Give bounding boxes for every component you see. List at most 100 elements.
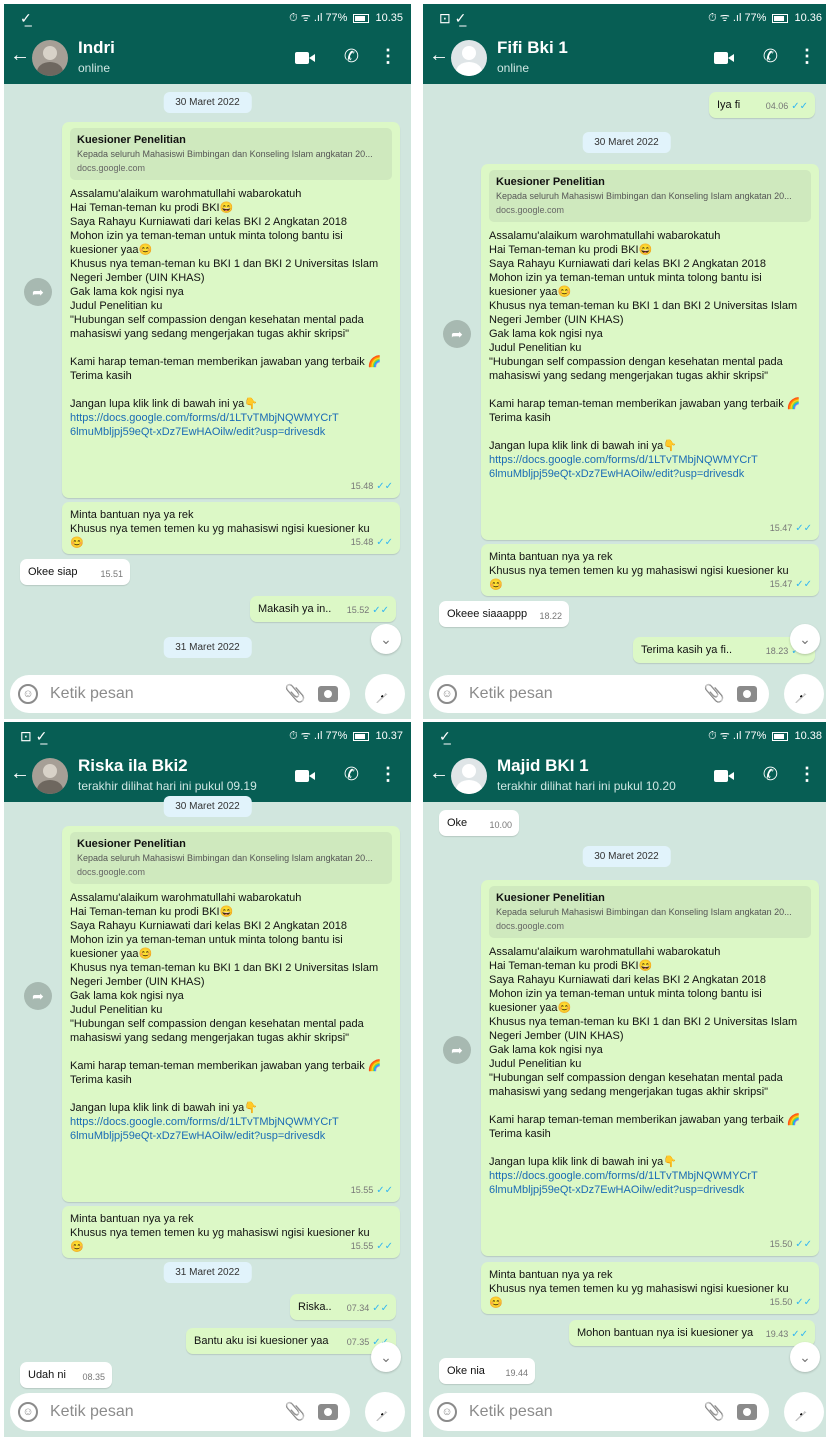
forward-icon[interactable]: ➦ bbox=[443, 320, 471, 348]
form-link[interactable]: https://docs.google.com/forms/d/1LTvTMbj… bbox=[489, 1169, 811, 1197]
kuesioner-message[interactable]: Kuesioner Penelitian Kepada seluruh Mahas… bbox=[62, 826, 400, 1202]
back-arrow-icon[interactable]: ← bbox=[429, 44, 449, 67]
back-arrow-icon[interactable]: ← bbox=[429, 762, 449, 785]
incoming-message[interactable]: Oke nia 19.44 bbox=[439, 1358, 535, 1384]
form-link[interactable]: https://docs.google.com/forms/d/1LTvTMbj… bbox=[70, 411, 392, 439]
input-placeholder[interactable]: Ketik pesan bbox=[50, 685, 134, 703]
chat-area[interactable]: 30 Maret 2022 Kuesioner Penelitian Kepada … bbox=[4, 796, 411, 1388]
attach-icon[interactable]: 📎 bbox=[704, 684, 725, 704]
form-link[interactable]: https://docs.google.com/forms/d/1LTvTMbj… bbox=[70, 1115, 392, 1143]
mic-icon[interactable]: 🎤 bbox=[784, 1392, 824, 1432]
camera-icon[interactable] bbox=[318, 1404, 338, 1420]
link-preview[interactable]: Kuesioner Penelitian Kepada seluruh Mahas… bbox=[70, 128, 392, 180]
phone-icon[interactable]: ✆ bbox=[763, 764, 778, 785]
emoji-icon[interactable]: ☺ bbox=[437, 1402, 457, 1422]
contact-name[interactable]: Riska ila Bki2 bbox=[78, 756, 188, 776]
input-placeholder[interactable]: Ketik pesan bbox=[469, 685, 553, 703]
incoming-message[interactable]: Okeee siaaappp 18.22 bbox=[439, 601, 569, 627]
message-input[interactable]: ☺ Ketik pesan 📎 bbox=[429, 675, 769, 713]
status-left-icons: ⊡ ✓̲ bbox=[439, 10, 467, 26]
link-preview[interactable]: Kuesioner Penelitian Kepada seluruh Mahas… bbox=[489, 886, 811, 938]
link-preview[interactable]: Kuesioner Penelitian Kepada seluruh Mahas… bbox=[489, 170, 811, 222]
message-input[interactable]: ☺ Ketik pesan 📎 bbox=[10, 1393, 350, 1431]
message-text: Bantu aku isi kuesioner yaa bbox=[194, 1335, 329, 1347]
camera-icon[interactable] bbox=[318, 686, 338, 702]
message-time: 19.44 bbox=[505, 1368, 528, 1378]
outgoing-message[interactable]: Terima kasih ya fi..18.23✓✓ bbox=[633, 637, 815, 663]
link-preview[interactable]: Kuesioner Penelitian Kepada seluruh Mahas… bbox=[70, 832, 392, 884]
phone-icon[interactable]: ✆ bbox=[344, 46, 359, 67]
message-meta: 15.55 ✓✓ bbox=[351, 1239, 393, 1254]
contact-name[interactable]: Fifi Bki 1 bbox=[497, 38, 568, 58]
message-meta: 10.00 bbox=[489, 818, 512, 832]
contact-name[interactable]: Majid BKI 1 bbox=[497, 756, 589, 776]
avatar[interactable] bbox=[451, 40, 487, 76]
message-input[interactable]: ☺ Ketik pesan 📎 bbox=[10, 675, 350, 713]
message-input[interactable]: ☺ Ketik pesan 📎 bbox=[429, 1393, 769, 1431]
video-call-icon[interactable] bbox=[714, 768, 736, 784]
scroll-down-icon[interactable]: ⌄ bbox=[790, 624, 820, 654]
form-link[interactable]: https://docs.google.com/forms/d/1LTvTMbj… bbox=[489, 453, 811, 481]
incoming-message[interactable]: Udah ni 08.35 bbox=[20, 1362, 112, 1388]
outgoing-message[interactable]: Iya fi 04.06 ✓✓ bbox=[709, 92, 815, 118]
incoming-message[interactable]: Okee siap 15.51 bbox=[20, 559, 130, 585]
camera-icon[interactable] bbox=[737, 686, 757, 702]
outgoing-message[interactable]: Minta bantuan nya ya rek Khusus nya teme… bbox=[481, 1262, 819, 1314]
video-call-icon[interactable] bbox=[714, 50, 736, 66]
emoji-icon[interactable]: ☺ bbox=[437, 684, 457, 704]
outgoing-message[interactable]: Riska.. 07.34 ✓✓ bbox=[290, 1294, 396, 1320]
emoji-icon[interactable]: ☺ bbox=[18, 1402, 38, 1422]
avatar[interactable] bbox=[32, 758, 68, 794]
back-arrow-icon[interactable]: ← bbox=[10, 44, 30, 67]
attach-icon[interactable]: 📎 bbox=[704, 1402, 725, 1422]
attach-icon[interactable]: 📎 bbox=[285, 684, 306, 704]
scroll-down-icon[interactable]: ⌄ bbox=[790, 1342, 820, 1372]
contact-status: terakhir dilihat hari ini pukul 10.20 bbox=[497, 779, 676, 793]
avatar[interactable] bbox=[451, 758, 487, 794]
back-arrow-icon[interactable]: ← bbox=[10, 762, 30, 785]
more-vert-icon[interactable]: ⋮ bbox=[379, 764, 397, 785]
kuesioner-message[interactable]: Kuesioner Penelitian Kepada seluruh Mahas… bbox=[481, 880, 819, 1256]
mic-icon[interactable]: 🎤 bbox=[784, 674, 824, 714]
outgoing-message[interactable]: Makasih ya in.. 15.52 ✓✓ bbox=[250, 596, 396, 622]
outgoing-message[interactable]: Minta bantuan nya ya rek Khusus nya teme… bbox=[481, 544, 819, 596]
message-text: Udah ni bbox=[28, 1369, 66, 1381]
forward-icon[interactable]: ➦ bbox=[24, 278, 52, 306]
outgoing-message[interactable]: Minta bantuan nya ya rek Khusus nya teme… bbox=[62, 502, 400, 554]
chat-area[interactable]: 30 Maret 2022 Kuesioner Penelitian Kepada … bbox=[4, 84, 411, 669]
forward-icon[interactable]: ➦ bbox=[24, 982, 52, 1010]
mic-icon[interactable]: 🎤 bbox=[365, 674, 405, 714]
status-bar: ⊡ ✓̲ ⏱ ᯤ .ıl 77% 10.37 bbox=[4, 722, 411, 750]
battery-icon bbox=[353, 13, 370, 23]
chat-area[interactable]: Iya fi 04.06 ✓✓ 30 Maret 2022 Kuesioner Pene… bbox=[423, 84, 826, 669]
contact-name[interactable]: Indri bbox=[78, 38, 115, 58]
camera-icon[interactable] bbox=[737, 1404, 757, 1420]
outgoing-message[interactable]: Minta bantuan nya ya rek Khusus nya teme… bbox=[62, 1206, 400, 1258]
chat-area[interactable]: Oke 10.00 30 Maret 2022 Kuesioner Penelitia… bbox=[423, 802, 826, 1387]
message-text: Assalamu'alaikum warohmatullahi wabaroka… bbox=[70, 892, 382, 1114]
video-call-icon[interactable] bbox=[295, 768, 317, 784]
more-vert-icon[interactable]: ⋮ bbox=[798, 764, 816, 785]
scroll-down-icon[interactable]: ⌄ bbox=[371, 1342, 401, 1372]
app-bar: ← Indri online ✆ ⋮ bbox=[4, 32, 411, 84]
input-placeholder[interactable]: Ketik pesan bbox=[50, 1403, 134, 1421]
input-placeholder[interactable]: Ketik pesan bbox=[469, 1403, 553, 1421]
phone-icon[interactable]: ✆ bbox=[763, 46, 778, 67]
video-call-icon[interactable] bbox=[295, 50, 317, 66]
more-vert-icon[interactable]: ⋮ bbox=[798, 46, 816, 67]
kuesioner-message[interactable]: Kuesioner Penelitian Kepada seluruh Mahas… bbox=[481, 164, 819, 540]
forward-icon[interactable]: ➦ bbox=[443, 1036, 471, 1064]
avatar[interactable] bbox=[32, 40, 68, 76]
outgoing-message[interactable]: Bantu aku isi kuesioner yaa07.35✓✓ bbox=[186, 1328, 396, 1354]
more-vert-icon[interactable]: ⋮ bbox=[379, 46, 397, 67]
attach-icon[interactable]: 📎 bbox=[285, 1402, 306, 1422]
scroll-down-icon[interactable]: ⌄ bbox=[371, 624, 401, 654]
preview-title: Kuesioner Penelitian bbox=[77, 838, 186, 850]
mic-icon[interactable]: 🎤 bbox=[365, 1392, 405, 1432]
kuesioner-message[interactable]: Kuesioner Penelitian Kepada seluruh Mahas… bbox=[62, 122, 400, 498]
message-time: 15.52 bbox=[346, 605, 370, 615]
outgoing-message[interactable]: Mohon bantuan nya isi kuesioner ya 19.43 ✓… bbox=[569, 1320, 815, 1346]
incoming-message[interactable]: Oke 10.00 bbox=[439, 810, 519, 836]
emoji-icon[interactable]: ☺ bbox=[18, 684, 38, 704]
phone-icon[interactable]: ✆ bbox=[344, 764, 359, 785]
